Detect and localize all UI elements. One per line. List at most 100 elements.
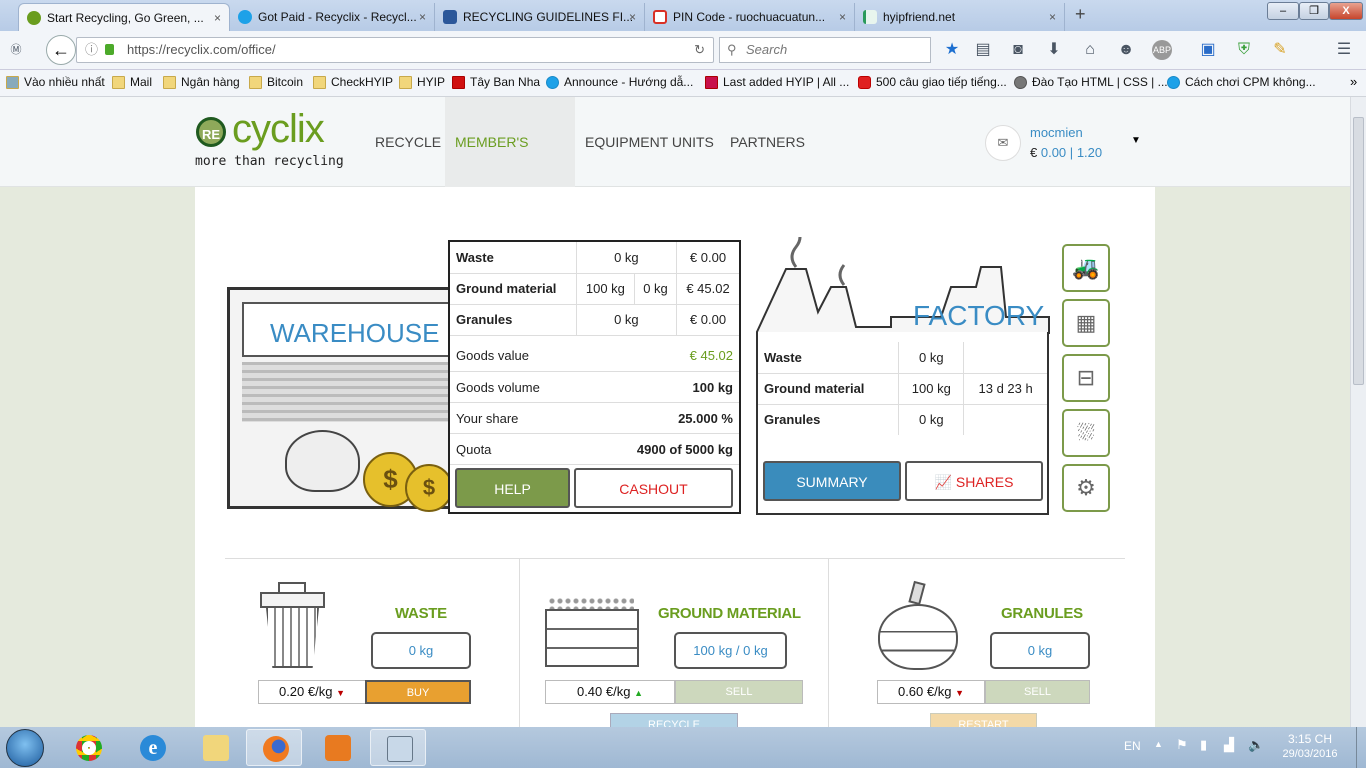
bookmark-item[interactable]: Cách chơi CPM không... (1167, 75, 1316, 89)
chrome-taskbar-icon[interactable] (60, 729, 116, 766)
minimize-button[interactable]: – (1267, 2, 1299, 20)
nav-members-area[interactable]: MEMBER'S AREA (445, 97, 575, 240)
buy-button[interactable]: BUY (365, 680, 471, 704)
info-icon[interactable]: ⓘ (85, 38, 98, 62)
username[interactable]: mocmien (1030, 125, 1083, 140)
bookmark-item[interactable]: Đào Tạo HTML | CSS | ... (1014, 75, 1168, 89)
browser-tab[interactable]: RECYCLING GUIDELINES FI... × (435, 3, 645, 31)
bookmarks-list-icon[interactable]: ▤ (973, 40, 993, 60)
bookmark-item[interactable]: Vào nhiều nhất (6, 75, 105, 89)
action-center-icon[interactable]: ⚑ (1176, 737, 1188, 753)
nav-equipment-units[interactable]: EQUIPMENT UNITS (575, 97, 724, 187)
bookmark-folder[interactable]: Bitcoin (249, 75, 303, 89)
download-icon[interactable]: ⬇ (1044, 40, 1064, 60)
members-area-content: WAREHOUSE $ $ Waste 0 kg € 0.00 Ground mat… (195, 187, 1155, 727)
browser-tab[interactable]: PIN Code - ruochuacuatun... × (645, 3, 855, 31)
factory-panel: FACTORY Waste 0 kg Ground material 100 kg 1… (756, 300, 1049, 515)
cashout-button[interactable]: CASHOUT (574, 468, 733, 508)
pocket-icon[interactable]: ◙ (1008, 40, 1028, 60)
granules-title: GRANULES (1001, 605, 1083, 622)
tab-bar: Start Recycling, Go Green, ... × Got Paid… (0, 0, 1366, 31)
maximize-button[interactable]: ❐ (1299, 2, 1329, 20)
close-window-button[interactable]: X (1329, 2, 1363, 20)
bookmark-folder[interactable]: CheckHYIP (313, 75, 393, 89)
washer-icon[interactable]: ⛆ (1062, 409, 1110, 457)
url-bar[interactable]: ⓘ https://recyclix.com/office/↻ (76, 37, 714, 63)
user-menu-caret-icon[interactable]: ▼ (1131, 135, 1141, 146)
bookmark-item[interactable]: Last added HYIP | All ... (705, 75, 849, 89)
nav-partners[interactable]: PARTNERS (720, 97, 815, 187)
media-player-taskbar-icon[interactable] (309, 729, 365, 766)
language-indicator[interactable]: EN (1124, 739, 1141, 753)
user-balance: € 0.00 | 1.20 (1030, 145, 1103, 160)
restart-button[interactable]: RESTART (930, 713, 1037, 727)
nav-recycle[interactable]: RECYCLE (365, 97, 451, 187)
scrollbar-thumb[interactable] (1353, 117, 1364, 385)
menu-icon[interactable]: ☰ (1334, 40, 1354, 60)
logo-mark[interactable]: RE (196, 117, 226, 147)
network-icon[interactable]: ▟ (1224, 737, 1234, 753)
shield-icon[interactable]: ⛨ (1234, 40, 1254, 60)
granulator-icon[interactable]: ⚙ (1062, 464, 1110, 512)
extension-icon[interactable]: ▣ (1198, 40, 1218, 60)
warehouse-panel: Waste 0 kg € 0.00 Ground material 100 kg 0 k… (448, 240, 741, 514)
mail-icon[interactable]: ✉ (985, 125, 1021, 161)
smiley-icon[interactable]: ☻ (1116, 40, 1136, 60)
new-tab-button[interactable]: + (1075, 4, 1086, 25)
vertical-scrollbar[interactable] (1350, 97, 1366, 727)
bookmark-star-icon[interactable]: ★ (942, 40, 962, 60)
file-explorer-taskbar-icon[interactable] (187, 729, 243, 766)
sell-ground-material-button[interactable]: SELL (675, 680, 803, 704)
logo-text[interactable]: cyclix (232, 107, 325, 152)
firefox-taskbar-icon[interactable] (246, 729, 302, 766)
home-icon[interactable]: ⌂ (1080, 40, 1100, 60)
bookmark-folder[interactable]: Mail (112, 75, 152, 89)
power-icon[interactable]: ▮ (1200, 737, 1207, 753)
ie-taskbar-icon[interactable]: e (124, 729, 180, 766)
browser-tab[interactable]: Start Recycling, Go Green, ... × (18, 3, 230, 31)
word-icon (443, 10, 457, 24)
profile-icon[interactable]: Ⓜ (6, 40, 26, 60)
close-tab-icon[interactable]: × (419, 3, 426, 31)
start-button[interactable] (6, 729, 44, 767)
summary-button[interactable]: SUMMARY (763, 461, 901, 501)
bookmark-item[interactable]: Announce - Hướng dẫ... (546, 75, 693, 89)
close-tab-icon[interactable]: × (1049, 3, 1056, 31)
bookmark-folder[interactable]: HYIP (399, 75, 445, 89)
close-tab-icon[interactable]: × (214, 4, 221, 31)
close-tab-icon[interactable]: × (629, 3, 636, 31)
bookmark-item[interactable]: 500 câu giao tiếp tiếng... (858, 75, 1007, 89)
crusher-icon[interactable]: ⊟ (1062, 354, 1110, 402)
coins-icon: $ $ (363, 442, 453, 512)
hyipfriend-icon (863, 10, 877, 24)
folder-icon (112, 76, 125, 89)
reload-icon[interactable]: ↻ (694, 38, 705, 62)
divider (225, 558, 1125, 559)
forklift-icon[interactable]: 🚜 (1062, 244, 1110, 292)
calculator-taskbar-icon[interactable] (370, 729, 426, 766)
recycle-button[interactable]: RECYCLE (610, 713, 738, 727)
stat-row: Goods volume 100 kg (450, 371, 739, 403)
show-desktop-button[interactable] (1356, 727, 1366, 768)
volume-icon[interactable]: 🔈 (1248, 737, 1264, 753)
browser-tab[interactable]: Got Paid - Recyclix - Recycl... × (230, 3, 435, 31)
search-input[interactable]: ⚲ Search (719, 37, 931, 63)
close-tab-icon[interactable]: × (839, 3, 846, 31)
more-bookmarks-icon[interactable]: » (1350, 74, 1357, 89)
clock[interactable]: 3:15 CH 29/03/2016 (1270, 732, 1350, 760)
show-hidden-icons[interactable]: ▲ (1154, 739, 1163, 749)
adblock-icon[interactable]: ABP (1152, 40, 1172, 60)
shares-button[interactable]: 📈 SHARES (905, 461, 1043, 501)
bookmark-folder[interactable]: Ngân hàng (163, 75, 240, 89)
column-divider (519, 559, 520, 727)
ground-material-title: GROUND MATERIAL (658, 605, 801, 622)
control-panel-icon[interactable]: ▦ (1062, 299, 1110, 347)
help-button[interactable]: HELP (455, 468, 570, 508)
browser-tab[interactable]: hyipfriend.net × (855, 3, 1065, 31)
pencil-icon[interactable]: ✎ (1270, 40, 1290, 60)
bookmark-item[interactable]: Tây Ban Nha (452, 75, 540, 89)
warehouse-label: WAREHOUSE (270, 318, 440, 348)
sell-granules-button[interactable]: SELL (985, 680, 1090, 704)
trend-down-icon: ▼ (955, 688, 965, 698)
back-button[interactable]: ← (46, 35, 76, 65)
